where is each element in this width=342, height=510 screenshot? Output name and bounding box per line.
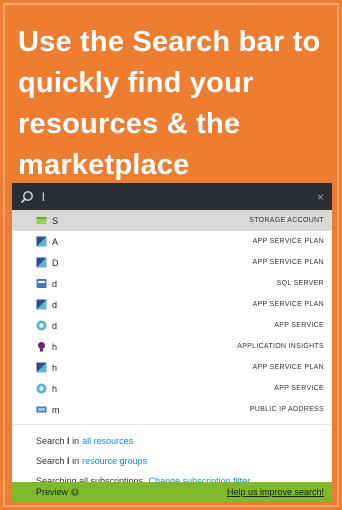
result-type: APPLICATION INSIGHTS	[237, 343, 324, 350]
result-type: APP SERVICE	[274, 385, 324, 392]
result-row[interactable]: d APP SERVICE PLAN	[12, 294, 332, 315]
in-word: in	[72, 456, 80, 466]
app-service-plan-icon	[36, 236, 47, 247]
app-service-icon	[36, 320, 47, 331]
search-prefix: Search	[36, 456, 65, 466]
result-name: A	[52, 236, 59, 247]
result-row[interactable]: D APP SERVICE PLAN	[12, 252, 332, 273]
result-row[interactable]: h APPLICATION INSIGHTS	[12, 336, 332, 357]
result-type: APP SERVICE PLAN	[252, 364, 324, 371]
result-row[interactable]: d SQL SERVER	[12, 273, 332, 294]
app-service-plan-icon	[36, 362, 47, 373]
storage-account-icon	[36, 215, 47, 226]
info-icon[interactable]: i	[71, 488, 80, 496]
search-resource-groups-row: Search l in resource groups	[36, 451, 332, 471]
result-row[interactable]: m PUBLIC IP ADDRESS	[12, 399, 332, 420]
result-row[interactable]: S STORAGE ACCOUNT	[12, 210, 332, 231]
search-input[interactable]: l	[42, 190, 317, 204]
application-insights-icon	[36, 341, 47, 352]
search-footer: Preview i Help us improve search!	[12, 482, 332, 502]
search-panel: l × S STORAGE ACCOUNT A APP SERVICE PLAN D AP…	[12, 183, 332, 502]
result-type: APP SERVICE PLAN	[252, 238, 324, 245]
app-service-plan-icon	[36, 299, 47, 310]
search-bar[interactable]: l ×	[12, 183, 332, 210]
result-name: h	[52, 341, 58, 352]
result-type: APP SERVICE PLAN	[252, 259, 324, 266]
sql-server-icon	[36, 278, 47, 289]
app-service-icon	[36, 383, 47, 394]
search-icon	[20, 190, 33, 203]
result-row[interactable]: h APP SERVICE	[12, 378, 332, 399]
search-prefix: Search	[36, 436, 65, 446]
preview-label: Preview	[36, 487, 69, 497]
result-row[interactable]: h APP SERVICE PLAN	[12, 357, 332, 378]
results-list: S STORAGE ACCOUNT A APP SERVICE PLAN D APP SE…	[12, 210, 332, 420]
all-resources-link[interactable]: all resources	[82, 436, 133, 446]
public-ip-icon	[36, 404, 47, 415]
result-type: APP SERVICE	[274, 322, 324, 329]
app-service-plan-icon	[36, 257, 47, 268]
result-name: D	[52, 257, 59, 268]
result-type: PUBLIC IP ADDRESS	[249, 406, 324, 413]
improve-search-link[interactable]: Help us improve search!	[227, 487, 324, 497]
result-row[interactable]: A APP SERVICE PLAN	[12, 231, 332, 252]
resource-groups-link[interactable]: resource groups	[82, 456, 147, 466]
result-name: d	[52, 320, 58, 331]
result-type: STORAGE ACCOUNT	[249, 217, 324, 224]
result-name: S	[52, 215, 59, 226]
headline: Use the Search bar to quickly find your …	[18, 26, 321, 181]
result-name: h	[52, 362, 58, 373]
result-name: d	[52, 299, 58, 310]
search-all-resources-row: Search l in all resources	[36, 431, 332, 451]
result-name: d	[52, 278, 58, 289]
query-word: l	[67, 456, 70, 466]
result-type: APP SERVICE PLAN	[252, 301, 324, 308]
result-name: h	[52, 383, 58, 394]
result-type: SQL SERVER	[276, 280, 324, 287]
query-word: l	[67, 436, 70, 446]
result-name: m	[52, 404, 60, 415]
in-word: in	[72, 436, 80, 446]
close-icon[interactable]: ×	[317, 190, 324, 204]
result-row[interactable]: d APP SERVICE	[12, 315, 332, 336]
